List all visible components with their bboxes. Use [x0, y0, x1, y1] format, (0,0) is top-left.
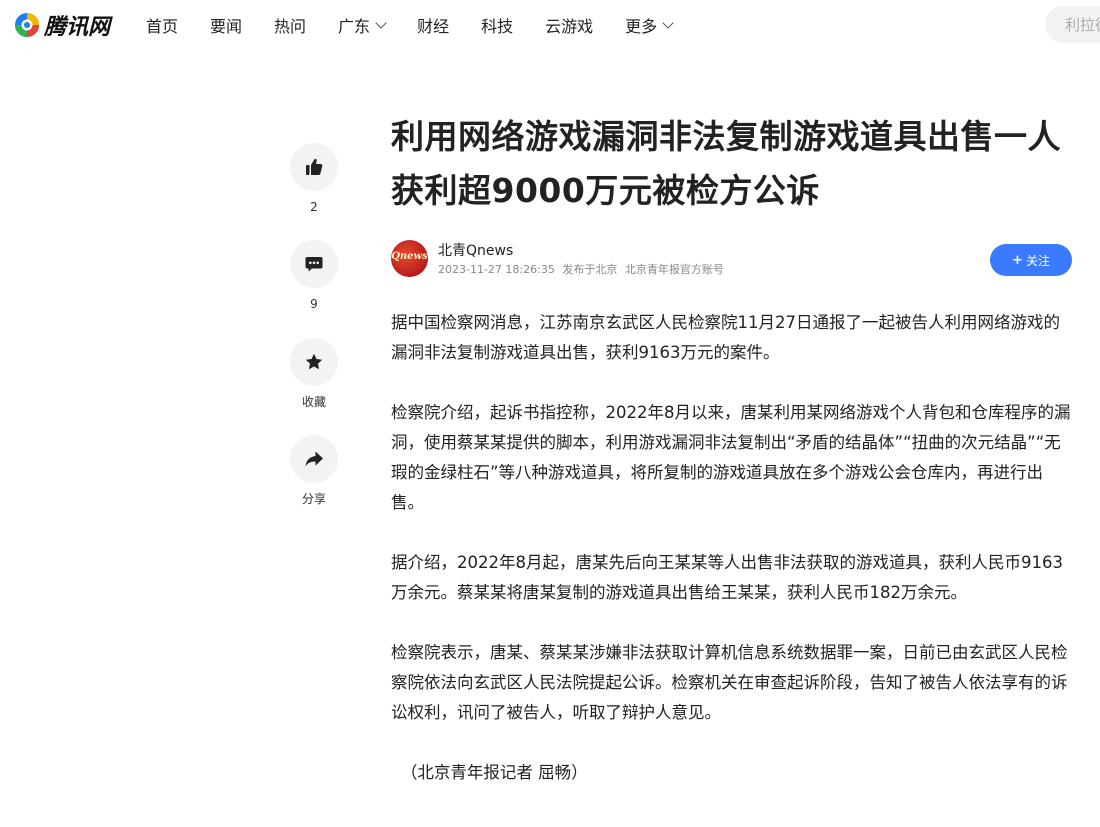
share-label: 分享: [301, 492, 326, 506]
tencent-logo-icon: [15, 13, 39, 37]
nav-label: 更多: [625, 17, 658, 36]
author-name[interactable]: 北青Qnews: [438, 240, 513, 260]
reporter-signature: （北京青年报记者 屈畅）: [400, 763, 588, 782]
plus-icon: +: [1012, 252, 1023, 268]
nav-item-hot-questions[interactable]: 热问: [274, 13, 306, 37]
nav-label: 热问: [274, 17, 307, 36]
publish-location: 发布于北京: [562, 263, 618, 276]
publish-datetime: 2023-11-27 18:26:35: [438, 263, 555, 276]
publish-meta: 2023-11-27 18:26:35 发布于北京 北京青年报官方账号: [438, 261, 728, 277]
nav-label: 首页: [146, 17, 179, 36]
share-action: 分享: [290, 435, 338, 506]
like-action: 2: [290, 143, 338, 214]
author-avatar[interactable]: Qnews: [391, 240, 428, 277]
main-nav: 首页 要闻 热问 广东 财经 科技 云游戏 更多: [146, 0, 704, 50]
nav-item-headlines[interactable]: 要闻: [210, 13, 242, 37]
star-icon: [305, 353, 323, 370]
article-paragraph: 检察院介绍，起诉书指控称，2022年8月以来，唐某利用某网络游戏个人背包和仓库程…: [391, 403, 1071, 512]
author-info: Qnews 北青Qnews 2023-11-27 18:26:35 发布于北京 …: [391, 240, 1075, 280]
favorite-action: 收藏: [290, 338, 338, 409]
like-button[interactable]: [290, 143, 338, 191]
article-title: 利用网络游戏漏洞非法复制游戏道具出售一人获利超9000万元被检方公诉: [391, 117, 1061, 210]
nav-item-home[interactable]: 首页: [146, 13, 178, 37]
follow-label: 关注: [1025, 253, 1050, 268]
share-button[interactable]: [290, 435, 338, 483]
share-arrow-icon: [305, 451, 323, 467]
account-description: 北京青年报官方账号: [624, 263, 724, 276]
favorite-button[interactable]: [290, 338, 338, 386]
article-paragraph: 据介绍，2022年8月起，唐某先后向王某某等人出售非法获取的游戏道具，获利人民币…: [391, 553, 1063, 602]
comment-action: 9: [290, 240, 338, 311]
article-paragraph: 据中国检察网消息，江苏南京玄武区人民检察院11月27日通报了一起被告人利用网络游…: [391, 313, 1060, 362]
thumbs-up-icon: [306, 158, 323, 175]
tencent-logo[interactable]: 腾讯网: [14, 10, 110, 40]
nav-label: 科技: [481, 17, 514, 36]
nav-label: 云游戏: [545, 17, 594, 36]
comment-count: 9: [310, 297, 318, 311]
chevron-down-icon: [375, 16, 387, 29]
logo-text: 腾讯网: [44, 15, 111, 40]
follow-button[interactable]: + 关注: [990, 244, 1072, 276]
nav-item-tech[interactable]: 科技: [481, 13, 513, 37]
article-paragraph: 检察院表示，唐某、蔡某某涉嫌非法获取计算机信息系统数据罪一案，日前已由玄武区人民…: [391, 643, 1068, 722]
nav-label: 广东: [338, 17, 371, 36]
nav-item-more[interactable]: 更多: [625, 13, 674, 37]
chevron-down-icon: [662, 16, 674, 29]
comment-button[interactable]: [290, 240, 338, 288]
comment-icon: [305, 257, 323, 272]
nav-item-finance[interactable]: 财经: [417, 13, 449, 37]
nav-label: 财经: [417, 17, 450, 36]
article: 利用网络游戏漏洞非法复制游戏道具出售一人获利超9000万元被检方公诉 Qnews…: [391, 110, 1075, 782]
like-count: 2: [310, 200, 318, 214]
nav-item-guangdong[interactable]: 广东: [338, 13, 387, 37]
search-input[interactable]: [1065, 15, 1100, 34]
search-box[interactable]: [1045, 6, 1100, 43]
nav-item-cloud-gaming[interactable]: 云游戏: [545, 13, 593, 37]
article-body: 据中国检察网消息，江苏南京玄武区人民检察院11月27日通报了一起被告人利用网络游…: [391, 308, 1075, 818]
nav-label: 要闻: [210, 17, 243, 36]
favorite-label: 收藏: [301, 395, 326, 409]
avatar-logo-text: Qnews: [391, 251, 428, 262]
top-navigation-bar: 腾讯网 首页 要闻 热问 广东 财经 科技 云游戏 更多: [0, 0, 1100, 50]
